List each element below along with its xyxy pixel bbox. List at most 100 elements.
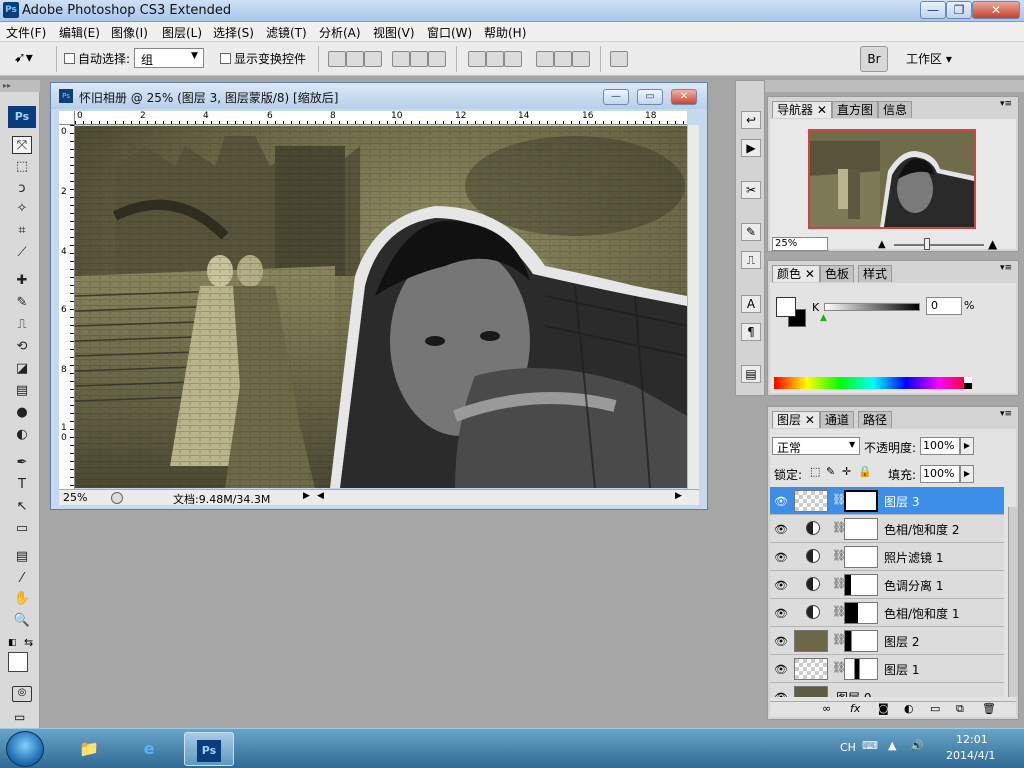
tab-info[interactable]: 信息 bbox=[878, 101, 913, 118]
document-minimize-button[interactable]: — bbox=[603, 89, 629, 105]
lasso-tool-icon[interactable]: ↄ bbox=[12, 180, 32, 198]
eye-icon[interactable]: 👁 bbox=[774, 607, 788, 620]
layer-row[interactable]: 👁 ⛓ 色调分离 1 bbox=[770, 571, 1004, 599]
mask-thumbnail[interactable] bbox=[844, 518, 878, 540]
tool-presets-icon[interactable]: ✂ bbox=[741, 181, 761, 199]
delete-layer-icon[interactable]: 🗑 bbox=[982, 702, 996, 715]
lock-transparency-icon[interactable]: ⬚ bbox=[810, 465, 820, 478]
photoshop-taskbar-button[interactable]: Ps bbox=[184, 732, 234, 766]
horizontal-ruler[interactable]: 0 2 4 6 8 10 12 14 16 18 bbox=[75, 111, 687, 125]
menu-help[interactable]: 帮助(H) bbox=[484, 24, 526, 41]
tab-histogram[interactable]: 直方图 bbox=[832, 101, 879, 118]
actions-icon[interactable]: ▶ bbox=[741, 139, 761, 157]
move-tool-icon[interactable]: ⤧ bbox=[12, 136, 32, 154]
healing-brush-icon[interactable]: ✚ bbox=[12, 272, 32, 290]
lock-all-icon[interactable]: 🔒 bbox=[858, 465, 872, 478]
new-layer-icon[interactable]: ⧉ bbox=[956, 702, 964, 716]
layer-row[interactable]: 👁 ⛓ 色相/饱和度 2 bbox=[770, 515, 1004, 543]
gradient-tool-icon[interactable]: ▤ bbox=[12, 382, 32, 400]
tab-color[interactable]: 颜色 ✕ bbox=[772, 265, 820, 282]
mask-thumbnail[interactable] bbox=[844, 630, 878, 652]
new-adjustment-icon[interactable]: ◐ bbox=[904, 702, 914, 715]
align-right-icon[interactable] bbox=[428, 51, 446, 67]
mask-thumbnail[interactable] bbox=[844, 574, 878, 596]
add-mask-icon[interactable]: ◙ bbox=[878, 702, 889, 715]
clone-stamp-icon[interactable]: ⎍ bbox=[12, 316, 32, 334]
menu-select[interactable]: 选择(S) bbox=[213, 24, 254, 41]
tab-layers[interactable]: 图层 ✕ bbox=[772, 411, 820, 428]
tab-styles[interactable]: 样式 bbox=[858, 265, 893, 282]
screen-mode-icon[interactable]: ▭ bbox=[14, 710, 25, 724]
zoom-slider-track[interactable] bbox=[894, 244, 984, 246]
paragraph-icon[interactable]: ¶ bbox=[741, 323, 761, 341]
tab-navigator[interactable]: 导航器 ✕ bbox=[772, 101, 832, 118]
zoom-in-icon[interactable]: ▲ bbox=[988, 237, 997, 251]
mask-thumbnail[interactable] bbox=[844, 546, 878, 568]
layer-row[interactable]: 👁 ⛓ 图层 2 bbox=[770, 627, 1004, 655]
eyedropper-icon[interactable]: ⁄ bbox=[12, 570, 32, 588]
menu-edit[interactable]: 编辑(E) bbox=[59, 24, 100, 41]
tab-paths[interactable]: 路径 bbox=[858, 411, 893, 428]
close-button[interactable]: ✕ bbox=[972, 1, 1020, 19]
tray-arrow-icon[interactable]: ▲ bbox=[888, 739, 896, 752]
zoom-slider-thumb[interactable] bbox=[924, 238, 930, 250]
distribute-vcenter-icon[interactable] bbox=[486, 51, 504, 67]
fill-input[interactable]: 100% bbox=[920, 465, 960, 483]
blend-mode-select[interactable]: 正常 ▼ bbox=[772, 437, 860, 455]
layer-row[interactable]: 👁 图层 0 bbox=[770, 683, 1004, 697]
layer-row[interactable]: 👁 ⛓ 色相/饱和度 1 bbox=[770, 599, 1004, 627]
show-transform-checkbox[interactable] bbox=[220, 53, 231, 64]
k-slider-thumb[interactable]: ▲ bbox=[820, 313, 827, 323]
layer-style-icon[interactable]: fx bbox=[850, 702, 860, 715]
distribute-top-icon[interactable] bbox=[468, 51, 486, 67]
move-tool-preset-icon[interactable]: ➹▾ bbox=[14, 50, 33, 66]
ie-taskbar-icon[interactable]: e bbox=[124, 732, 174, 766]
vertical-ruler[interactable]: 0 2 4 6 8 1 0 bbox=[59, 125, 75, 489]
workspace-button[interactable]: 工作区 ▾ bbox=[906, 50, 952, 67]
align-bottom-icon[interactable] bbox=[364, 51, 382, 67]
keyboard-icon[interactable]: ⌨ bbox=[862, 739, 878, 752]
document-canvas[interactable] bbox=[75, 126, 687, 488]
menu-view[interactable]: 视图(V) bbox=[373, 24, 415, 41]
notes-tool-icon[interactable]: ▤ bbox=[12, 548, 32, 566]
character-icon[interactable]: A bbox=[741, 295, 761, 313]
menu-file[interactable]: 文件(F) bbox=[6, 24, 46, 41]
history-brush-icon[interactable]: ⟲ bbox=[12, 338, 32, 356]
eye-icon[interactable]: 👁 bbox=[774, 691, 788, 697]
eraser-tool-icon[interactable]: ◪ bbox=[12, 360, 32, 378]
auto-select-dropdown[interactable]: 组 ▼ bbox=[134, 48, 204, 68]
language-indicator[interactable]: CH bbox=[840, 741, 856, 754]
auto-align-icon[interactable] bbox=[610, 51, 628, 67]
menu-analysis[interactable]: 分析(A) bbox=[319, 24, 361, 41]
brush-tool-icon[interactable]: ✎ bbox=[12, 294, 32, 312]
mask-thumbnail[interactable] bbox=[844, 658, 878, 680]
color-foreground-swatch[interactable] bbox=[776, 297, 796, 317]
path-select-icon[interactable]: ↖ bbox=[12, 498, 32, 516]
opacity-input[interactable]: 100% bbox=[920, 437, 960, 455]
align-vcenter-icon[interactable] bbox=[346, 51, 364, 67]
align-top-icon[interactable] bbox=[328, 51, 346, 67]
eye-icon[interactable]: 👁 bbox=[774, 579, 788, 592]
menu-image[interactable]: 图像(I) bbox=[111, 24, 148, 41]
menu-filter[interactable]: 滤镜(T) bbox=[266, 24, 307, 41]
ruler-corner[interactable] bbox=[59, 111, 75, 125]
history-icon[interactable]: ↩ bbox=[741, 111, 761, 129]
dock-header[interactable]: ◂◂ bbox=[735, 80, 1024, 92]
layer-row[interactable]: 👁 ⛓ 图层 3 bbox=[770, 487, 1004, 515]
clock-date[interactable]: 2014/4/1 bbox=[946, 749, 995, 762]
color-spectrum-bar[interactable] bbox=[774, 377, 972, 389]
default-colors-icon[interactable]: ◧ bbox=[8, 638, 20, 648]
eye-icon[interactable]: 👁 bbox=[774, 663, 788, 676]
crop-tool-icon[interactable]: ⌗ bbox=[12, 222, 32, 240]
menu-window[interactable]: 窗口(W) bbox=[427, 24, 472, 41]
align-left-icon[interactable] bbox=[392, 51, 410, 67]
spectrum-black[interactable] bbox=[964, 383, 972, 389]
blur-tool-icon[interactable]: ● bbox=[12, 404, 32, 422]
hand-tool-icon[interactable]: ✋ bbox=[12, 590, 32, 608]
volume-icon[interactable]: 🔊 bbox=[910, 739, 924, 752]
maximize-button[interactable]: ❐ bbox=[946, 1, 972, 19]
link-layers-icon[interactable]: ∞ bbox=[822, 702, 831, 715]
swap-colors-icon[interactable]: ⇆ bbox=[24, 636, 33, 649]
fill-slider-button[interactable]: ▶ bbox=[960, 465, 974, 483]
shape-tool-icon[interactable]: ▭ bbox=[12, 520, 32, 538]
